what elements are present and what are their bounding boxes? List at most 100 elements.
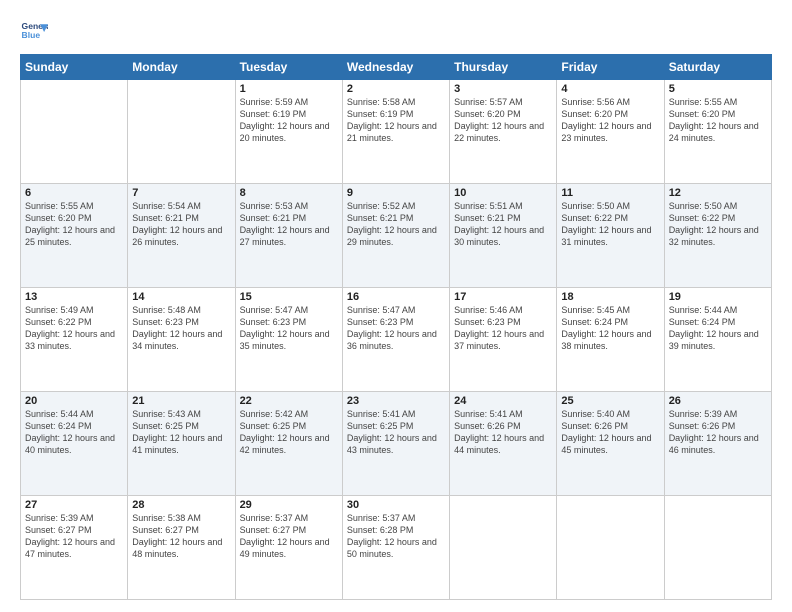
day-info: Sunrise: 5:43 AMSunset: 6:25 PMDaylight:… — [132, 408, 230, 457]
day-number: 2 — [347, 83, 445, 95]
day-info: Sunrise: 5:47 AMSunset: 6:23 PMDaylight:… — [240, 304, 338, 353]
day-info: Sunrise: 5:39 AMSunset: 6:26 PMDaylight:… — [669, 408, 767, 457]
calendar-cell: 15Sunrise: 5:47 AMSunset: 6:23 PMDayligh… — [235, 288, 342, 392]
day-info: Sunrise: 5:38 AMSunset: 6:27 PMDaylight:… — [132, 512, 230, 561]
calendar-cell: 3Sunrise: 5:57 AMSunset: 6:20 PMDaylight… — [450, 80, 557, 184]
weekday-header-friday: Friday — [557, 55, 664, 80]
day-number: 26 — [669, 395, 767, 407]
day-number: 4 — [561, 83, 659, 95]
day-number: 9 — [347, 187, 445, 199]
weekday-header-saturday: Saturday — [664, 55, 771, 80]
calendar-cell: 19Sunrise: 5:44 AMSunset: 6:24 PMDayligh… — [664, 288, 771, 392]
day-info: Sunrise: 5:44 AMSunset: 6:24 PMDaylight:… — [25, 408, 123, 457]
calendar-cell: 20Sunrise: 5:44 AMSunset: 6:24 PMDayligh… — [21, 392, 128, 496]
calendar-cell: 13Sunrise: 5:49 AMSunset: 6:22 PMDayligh… — [21, 288, 128, 392]
calendar-cell: 5Sunrise: 5:55 AMSunset: 6:20 PMDaylight… — [664, 80, 771, 184]
day-number: 15 — [240, 291, 338, 303]
calendar-cell: 30Sunrise: 5:37 AMSunset: 6:28 PMDayligh… — [342, 496, 449, 600]
calendar-cell: 28Sunrise: 5:38 AMSunset: 6:27 PMDayligh… — [128, 496, 235, 600]
calendar-cell: 8Sunrise: 5:53 AMSunset: 6:21 PMDaylight… — [235, 184, 342, 288]
day-info: Sunrise: 5:39 AMSunset: 6:27 PMDaylight:… — [25, 512, 123, 561]
calendar-cell — [664, 496, 771, 600]
calendar-cell: 9Sunrise: 5:52 AMSunset: 6:21 PMDaylight… — [342, 184, 449, 288]
day-info: Sunrise: 5:58 AMSunset: 6:19 PMDaylight:… — [347, 96, 445, 145]
calendar-cell — [21, 80, 128, 184]
day-info: Sunrise: 5:37 AMSunset: 6:28 PMDaylight:… — [347, 512, 445, 561]
calendar-week-row: 20Sunrise: 5:44 AMSunset: 6:24 PMDayligh… — [21, 392, 772, 496]
weekday-header-sunday: Sunday — [21, 55, 128, 80]
day-info: Sunrise: 5:56 AMSunset: 6:20 PMDaylight:… — [561, 96, 659, 145]
calendar-week-row: 6Sunrise: 5:55 AMSunset: 6:20 PMDaylight… — [21, 184, 772, 288]
day-info: Sunrise: 5:42 AMSunset: 6:25 PMDaylight:… — [240, 408, 338, 457]
calendar-cell: 17Sunrise: 5:46 AMSunset: 6:23 PMDayligh… — [450, 288, 557, 392]
day-number: 18 — [561, 291, 659, 303]
page: General Blue SundayMondayTuesdayWednesda… — [0, 0, 792, 612]
day-info: Sunrise: 5:55 AMSunset: 6:20 PMDaylight:… — [25, 200, 123, 249]
day-info: Sunrise: 5:52 AMSunset: 6:21 PMDaylight:… — [347, 200, 445, 249]
day-number: 5 — [669, 83, 767, 95]
day-number: 29 — [240, 499, 338, 511]
calendar-cell: 6Sunrise: 5:55 AMSunset: 6:20 PMDaylight… — [21, 184, 128, 288]
calendar-cell: 14Sunrise: 5:48 AMSunset: 6:23 PMDayligh… — [128, 288, 235, 392]
day-info: Sunrise: 5:51 AMSunset: 6:21 PMDaylight:… — [454, 200, 552, 249]
day-number: 20 — [25, 395, 123, 407]
day-number: 22 — [240, 395, 338, 407]
day-number: 14 — [132, 291, 230, 303]
day-info: Sunrise: 5:47 AMSunset: 6:23 PMDaylight:… — [347, 304, 445, 353]
calendar-cell: 18Sunrise: 5:45 AMSunset: 6:24 PMDayligh… — [557, 288, 664, 392]
calendar-cell: 1Sunrise: 5:59 AMSunset: 6:19 PMDaylight… — [235, 80, 342, 184]
day-number: 24 — [454, 395, 552, 407]
day-number: 13 — [25, 291, 123, 303]
day-number: 27 — [25, 499, 123, 511]
day-number: 8 — [240, 187, 338, 199]
calendar-cell: 4Sunrise: 5:56 AMSunset: 6:20 PMDaylight… — [557, 80, 664, 184]
day-number: 7 — [132, 187, 230, 199]
day-info: Sunrise: 5:50 AMSunset: 6:22 PMDaylight:… — [561, 200, 659, 249]
calendar-cell: 22Sunrise: 5:42 AMSunset: 6:25 PMDayligh… — [235, 392, 342, 496]
day-number: 30 — [347, 499, 445, 511]
calendar-week-row: 27Sunrise: 5:39 AMSunset: 6:27 PMDayligh… — [21, 496, 772, 600]
header: General Blue — [20, 18, 772, 46]
day-number: 1 — [240, 83, 338, 95]
weekday-header-wednesday: Wednesday — [342, 55, 449, 80]
weekday-header-thursday: Thursday — [450, 55, 557, 80]
day-info: Sunrise: 5:41 AMSunset: 6:25 PMDaylight:… — [347, 408, 445, 457]
calendar-cell — [128, 80, 235, 184]
calendar-cell: 21Sunrise: 5:43 AMSunset: 6:25 PMDayligh… — [128, 392, 235, 496]
calendar: SundayMondayTuesdayWednesdayThursdayFrid… — [20, 54, 772, 600]
day-number: 17 — [454, 291, 552, 303]
logo-icon: General Blue — [20, 18, 48, 46]
day-number: 10 — [454, 187, 552, 199]
day-info: Sunrise: 5:55 AMSunset: 6:20 PMDaylight:… — [669, 96, 767, 145]
weekday-header-monday: Monday — [128, 55, 235, 80]
calendar-cell — [557, 496, 664, 600]
day-number: 3 — [454, 83, 552, 95]
calendar-cell: 26Sunrise: 5:39 AMSunset: 6:26 PMDayligh… — [664, 392, 771, 496]
calendar-cell: 27Sunrise: 5:39 AMSunset: 6:27 PMDayligh… — [21, 496, 128, 600]
day-info: Sunrise: 5:37 AMSunset: 6:27 PMDaylight:… — [240, 512, 338, 561]
calendar-week-row: 13Sunrise: 5:49 AMSunset: 6:22 PMDayligh… — [21, 288, 772, 392]
calendar-cell: 24Sunrise: 5:41 AMSunset: 6:26 PMDayligh… — [450, 392, 557, 496]
day-info: Sunrise: 5:41 AMSunset: 6:26 PMDaylight:… — [454, 408, 552, 457]
day-info: Sunrise: 5:45 AMSunset: 6:24 PMDaylight:… — [561, 304, 659, 353]
day-info: Sunrise: 5:53 AMSunset: 6:21 PMDaylight:… — [240, 200, 338, 249]
calendar-cell: 12Sunrise: 5:50 AMSunset: 6:22 PMDayligh… — [664, 184, 771, 288]
calendar-cell: 11Sunrise: 5:50 AMSunset: 6:22 PMDayligh… — [557, 184, 664, 288]
day-number: 23 — [347, 395, 445, 407]
day-info: Sunrise: 5:44 AMSunset: 6:24 PMDaylight:… — [669, 304, 767, 353]
day-info: Sunrise: 5:48 AMSunset: 6:23 PMDaylight:… — [132, 304, 230, 353]
weekday-header-row: SundayMondayTuesdayWednesdayThursdayFrid… — [21, 55, 772, 80]
day-number: 12 — [669, 187, 767, 199]
calendar-cell: 16Sunrise: 5:47 AMSunset: 6:23 PMDayligh… — [342, 288, 449, 392]
day-info: Sunrise: 5:54 AMSunset: 6:21 PMDaylight:… — [132, 200, 230, 249]
day-number: 25 — [561, 395, 659, 407]
day-info: Sunrise: 5:50 AMSunset: 6:22 PMDaylight:… — [669, 200, 767, 249]
day-info: Sunrise: 5:49 AMSunset: 6:22 PMDaylight:… — [25, 304, 123, 353]
logo: General Blue — [20, 18, 48, 46]
calendar-cell: 25Sunrise: 5:40 AMSunset: 6:26 PMDayligh… — [557, 392, 664, 496]
calendar-cell: 2Sunrise: 5:58 AMSunset: 6:19 PMDaylight… — [342, 80, 449, 184]
day-info: Sunrise: 5:40 AMSunset: 6:26 PMDaylight:… — [561, 408, 659, 457]
calendar-cell: 23Sunrise: 5:41 AMSunset: 6:25 PMDayligh… — [342, 392, 449, 496]
calendar-cell: 7Sunrise: 5:54 AMSunset: 6:21 PMDaylight… — [128, 184, 235, 288]
day-number: 21 — [132, 395, 230, 407]
